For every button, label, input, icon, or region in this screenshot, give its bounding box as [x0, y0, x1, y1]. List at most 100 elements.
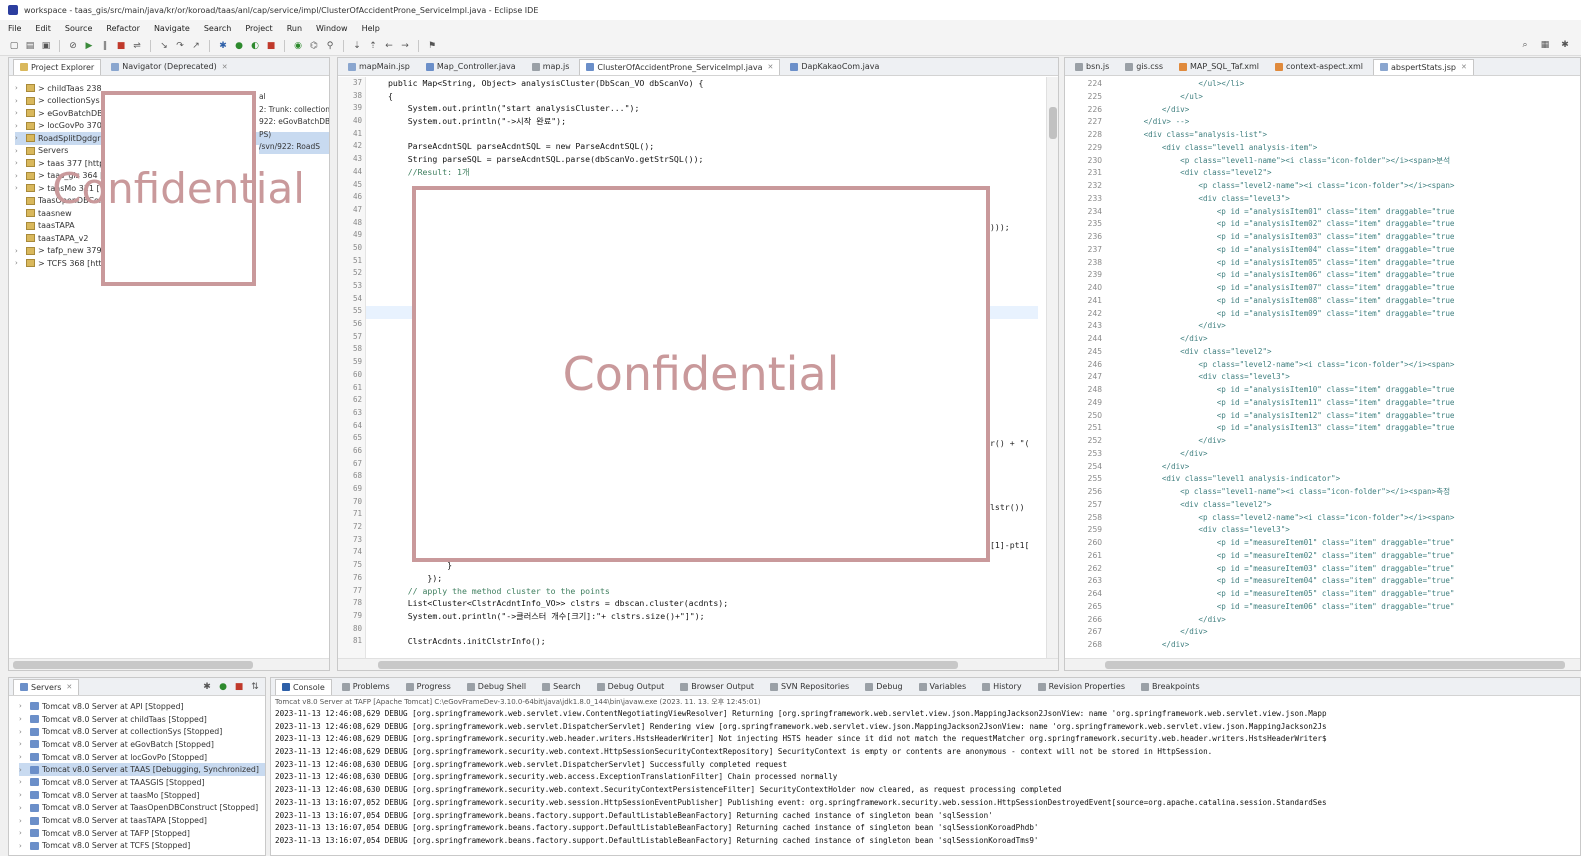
tab-project-explorer[interactable]: Project Explorer [13, 58, 102, 75]
chevron-right-icon[interactable]: › [15, 147, 23, 155]
editor-vscrollbar[interactable] [1046, 77, 1058, 658]
back-icon[interactable]: ← [383, 40, 395, 52]
close-icon[interactable]: ✕ [66, 683, 72, 691]
tab-map-js[interactable]: map.js [526, 59, 576, 75]
console-tab[interactable]: Progress [400, 679, 457, 695]
server-item[interactable]: › Tomcat v8.0 Server at TAFP [Stopped] [19, 827, 265, 840]
console-tab[interactable]: Debug Shell [461, 679, 532, 695]
chevron-right-icon[interactable]: › [15, 84, 23, 92]
console-tab[interactable]: Variables [913, 679, 973, 695]
tab-mapmain-jsp[interactable]: mapMain.jsp [342, 59, 416, 75]
chevron-right-icon[interactable]: › [15, 172, 23, 180]
chevron-right-icon[interactable]: › [19, 842, 27, 850]
xml-code-lines[interactable]: </ul></li> </ul> </div> </div> --> <div … [1107, 78, 1580, 652]
menu-window[interactable]: Window [316, 24, 348, 33]
step-over-icon[interactable]: ↷ [174, 40, 186, 52]
chevron-right-icon[interactable]: › [15, 134, 23, 142]
chevron-right-icon[interactable]: › [19, 817, 27, 825]
menu-edit[interactable]: Edit [35, 24, 51, 33]
chevron-right-icon[interactable]: › [15, 109, 23, 117]
perspective-icon[interactable]: ▦ [1539, 39, 1551, 51]
server-item[interactable]: › Tomcat v8.0 Server at collectionSys [St… [19, 725, 265, 738]
console-tab[interactable]: Problems [336, 679, 396, 695]
suspend-icon[interactable]: ‖ [99, 40, 111, 52]
menu-source[interactable]: Source [65, 24, 92, 33]
terminate-icon[interactable]: ■ [115, 40, 127, 52]
server-item[interactable]: › Tomcat v8.0 Server at childTaas [Stoppe… [19, 713, 265, 726]
menu-help[interactable]: Help [362, 24, 380, 33]
close-icon[interactable]: ✕ [1461, 63, 1467, 71]
chevron-right-icon[interactable]: › [19, 740, 27, 748]
chevron-right-icon[interactable]: › [19, 715, 27, 723]
step-into-icon[interactable]: ↘ [158, 40, 170, 52]
debug-icon[interactable]: ✱ [217, 40, 229, 52]
console-tab[interactable]: Browser Output [674, 679, 760, 695]
publish-icon[interactable]: ⇅ [249, 681, 261, 693]
tab-map-sql-xml[interactable]: MAP_SQL_Taf.xml [1173, 59, 1265, 75]
server-item[interactable]: › Tomcat v8.0 Server at TAAS [Debugging, … [19, 763, 265, 777]
server-item[interactable]: › Tomcat v8.0 Server at TCFS [Stopped] [19, 840, 265, 853]
search-tool-icon[interactable]: ⚲ [324, 40, 336, 52]
new-icon[interactable]: ▢ [8, 40, 20, 52]
chevron-right-icon[interactable]: › [15, 122, 23, 130]
menu-navigate[interactable]: Navigate [154, 24, 190, 33]
server-item[interactable]: › Tomcat v8.0 Server at taasMo [Stopped] [19, 789, 265, 802]
tab-bsn-js[interactable]: bsn.js [1069, 59, 1115, 75]
server-item[interactable]: › Tomcat v8.0 Server at TAASGIS [Stopped] [19, 776, 265, 789]
xml-hscrollbar[interactable] [1065, 658, 1580, 670]
console-tab[interactable]: Console [275, 678, 332, 695]
chevron-right-icon[interactable]: › [19, 829, 27, 837]
console-tab[interactable]: Debug Output [591, 679, 671, 695]
server-item[interactable]: › Tomcat v8.0 Server at taasTAPA [Stopped… [19, 814, 265, 827]
menu-refactor[interactable]: Refactor [106, 24, 140, 33]
server-item[interactable]: › Tomcat v8.0 Server at locGovPo [Stopped… [19, 751, 265, 764]
stop-server-icon[interactable]: ■ [233, 681, 245, 693]
skip-breakpoints-icon[interactable]: ⊘ [67, 40, 79, 52]
chevron-right-icon[interactable]: › [15, 159, 23, 167]
search-icon[interactable]: ⌕ [1519, 39, 1531, 51]
console-tab[interactable]: Revision Properties [1032, 679, 1131, 695]
server-item[interactable]: › Tomcat v8.0 Server at TaasOpenDBConstru… [19, 802, 265, 815]
resume-icon[interactable]: ▶ [83, 40, 95, 52]
console-tab[interactable]: Debug [859, 679, 908, 695]
chevron-right-icon[interactable]: › [19, 778, 27, 786]
explorer-hscrollbar[interactable] [9, 658, 329, 670]
step-return-icon[interactable]: ↗ [190, 40, 202, 52]
console-tab[interactable]: Breakpoints [1135, 679, 1206, 695]
external-tools-icon[interactable]: ■ [265, 40, 277, 52]
debug-server-icon[interactable]: ✱ [201, 681, 213, 693]
console-tab[interactable]: History [976, 679, 1027, 695]
tab-abspertstats-jsp[interactable]: abspertStats.jsp ✕ [1372, 58, 1474, 75]
tab-gis-css[interactable]: gis.css [1119, 59, 1169, 75]
console-tab[interactable]: SVN Repositories [764, 679, 855, 695]
menu-run[interactable]: Run [287, 24, 302, 33]
console-tab[interactable]: Search [536, 679, 586, 695]
chevron-right-icon[interactable]: › [19, 702, 27, 710]
annotation-prev-icon[interactable]: ⇡ [367, 40, 379, 52]
save-icon[interactable]: ▣ [40, 40, 52, 52]
start-server-icon[interactable]: ● [217, 681, 229, 693]
editor-hscrollbar[interactable] [338, 658, 1058, 670]
chevron-right-icon[interactable]: › [19, 753, 27, 761]
tab-dapkakaocom[interactable]: DapKakaoCom.java [784, 59, 885, 75]
chevron-right-icon[interactable]: › [15, 247, 23, 255]
server-item[interactable]: › Tomcat v8.0 Server at API [Stopped] [19, 700, 265, 713]
chevron-right-icon[interactable]: › [19, 728, 27, 736]
chevron-right-icon[interactable]: › [15, 259, 23, 267]
coverage-icon[interactable]: ◐ [249, 40, 261, 52]
annotation-next-icon[interactable]: ⇣ [351, 40, 363, 52]
chevron-right-icon[interactable]: › [19, 791, 27, 799]
menu-file[interactable]: File [8, 24, 21, 33]
close-icon[interactable]: ✕ [768, 63, 774, 71]
chevron-right-icon[interactable]: › [15, 97, 23, 105]
menu-project[interactable]: Project [245, 24, 272, 33]
open-icon[interactable]: ▤ [24, 40, 36, 52]
disconnect-icon[interactable]: ⇌ [131, 40, 143, 52]
tab-navigator[interactable]: Navigator (Deprecated) ✕ [105, 59, 233, 75]
tab-servers[interactable]: Servers ✕ [13, 678, 80, 695]
open-type-icon[interactable]: ⌬ [308, 40, 320, 52]
run-icon[interactable]: ● [233, 40, 245, 52]
chevron-right-icon[interactable]: › [19, 804, 27, 812]
chevron-right-icon[interactable]: › [15, 184, 23, 192]
forward-icon[interactable]: → [399, 40, 411, 52]
